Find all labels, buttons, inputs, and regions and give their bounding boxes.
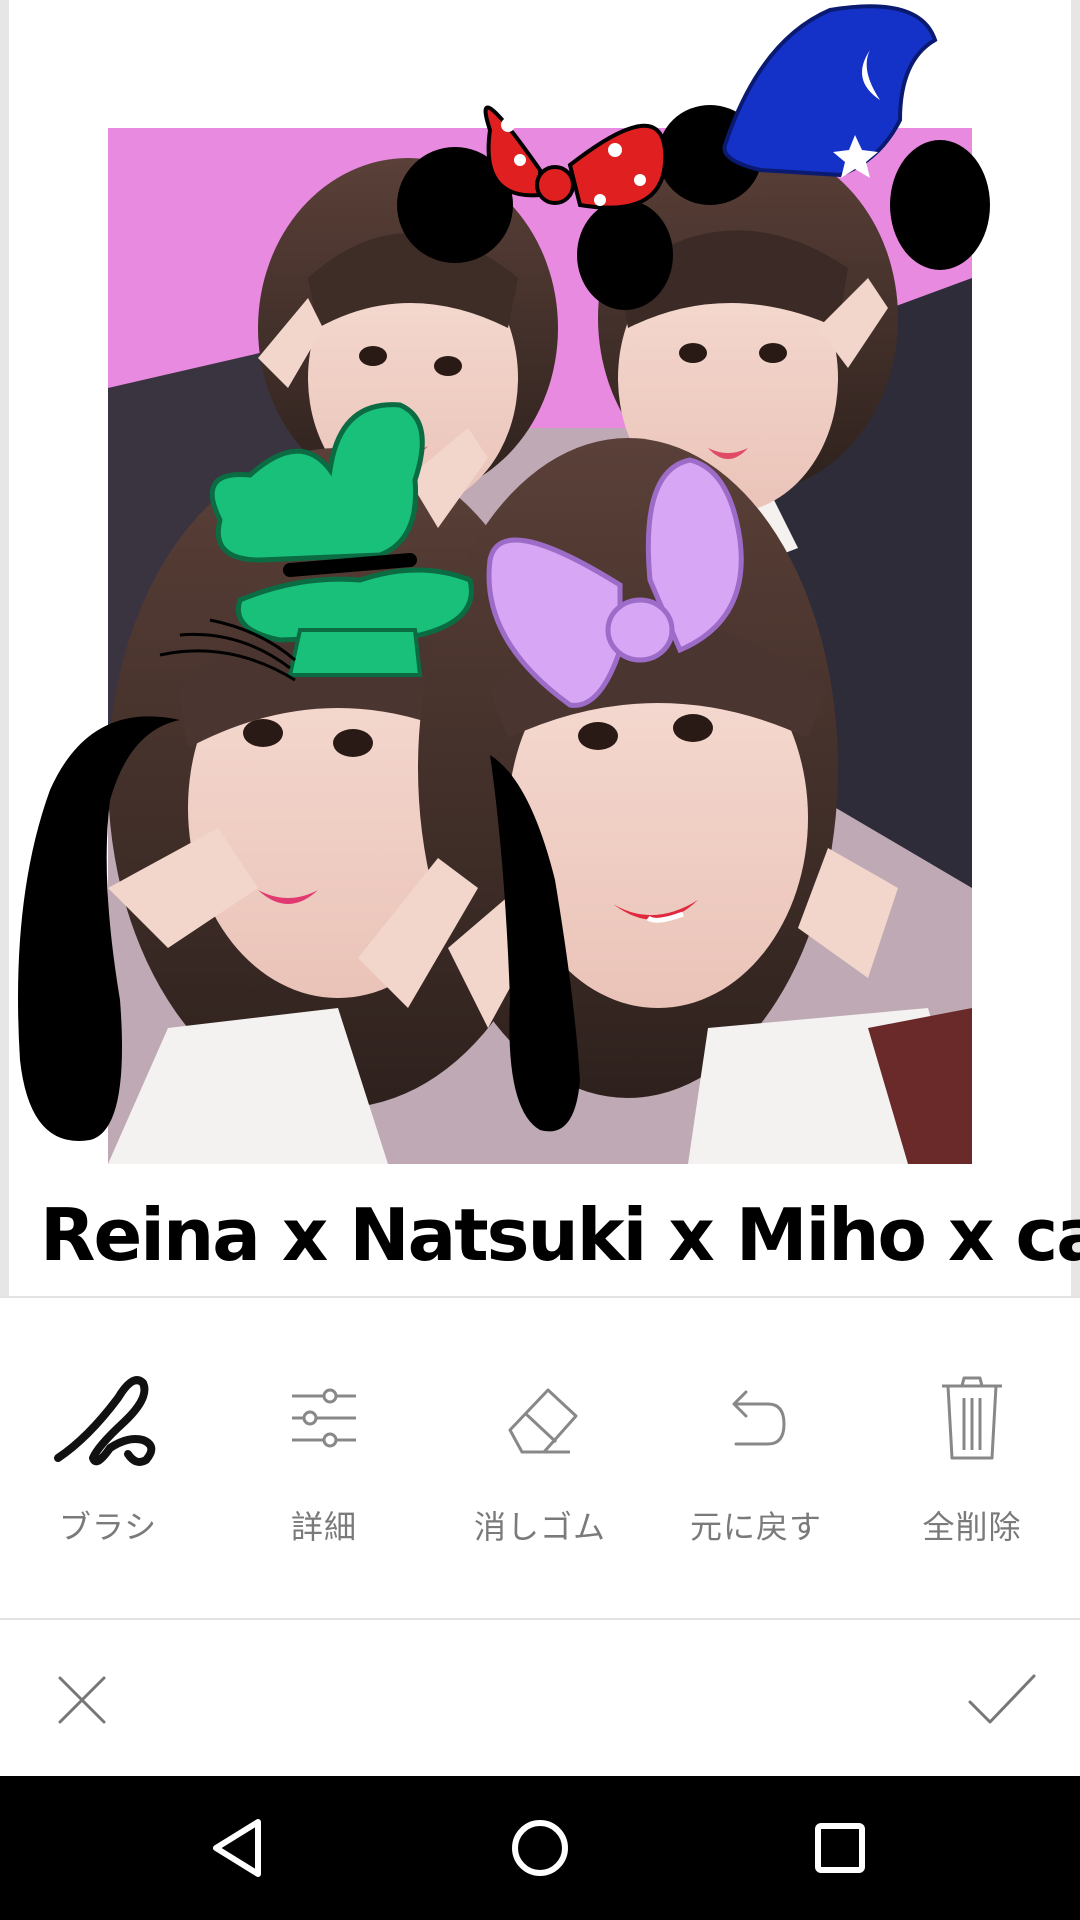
check-icon (968, 1674, 1036, 1724)
drawing-canvas[interactable]: Reina x Natsuki x Miho x canon (0, 0, 1080, 1296)
confirm-button[interactable] (950, 1650, 1050, 1750)
undo-icon (732, 1390, 786, 1446)
sliders-icon (292, 1388, 356, 1448)
undo-label: 元に戻す (689, 1508, 822, 1546)
eraser-label: 消しゴム (473, 1508, 606, 1546)
home-button[interactable] (500, 1808, 580, 1888)
close-icon (58, 1676, 106, 1724)
back-triangle-icon (213, 1819, 261, 1877)
undo-button[interactable]: 元に戻す (648, 1298, 864, 1618)
recent-apps-button[interactable] (800, 1808, 880, 1888)
action-bar (0, 1618, 1080, 1776)
handwritten-caption: Reina x Natsuki x Miho x canon (40, 1193, 1080, 1277)
details-label: 詳細 (290, 1508, 357, 1546)
system-navigation-bar (0, 1776, 1080, 1920)
drawing-toolbar: ブラシ 詳細 消しゴム 元に戻す 全削除 (0, 1296, 1080, 1618)
trash-icon (942, 1376, 1002, 1460)
home-circle-icon (512, 1820, 568, 1876)
brush-icon (54, 1376, 156, 1466)
brush-label: ブラシ (58, 1508, 158, 1546)
cancel-button[interactable] (32, 1650, 132, 1750)
brush-button[interactable]: ブラシ (0, 1298, 216, 1618)
recent-square-icon (815, 1823, 865, 1873)
delete-all-label: 全削除 (922, 1508, 1022, 1546)
details-button[interactable]: 詳細 (216, 1298, 432, 1618)
eraser-button[interactable]: 消しゴム (432, 1298, 648, 1618)
back-button[interactable] (200, 1808, 280, 1888)
delete-all-button[interactable]: 全削除 (864, 1298, 1080, 1618)
drawn-strokes (18, 4, 990, 1141)
eraser-icon (508, 1388, 578, 1454)
